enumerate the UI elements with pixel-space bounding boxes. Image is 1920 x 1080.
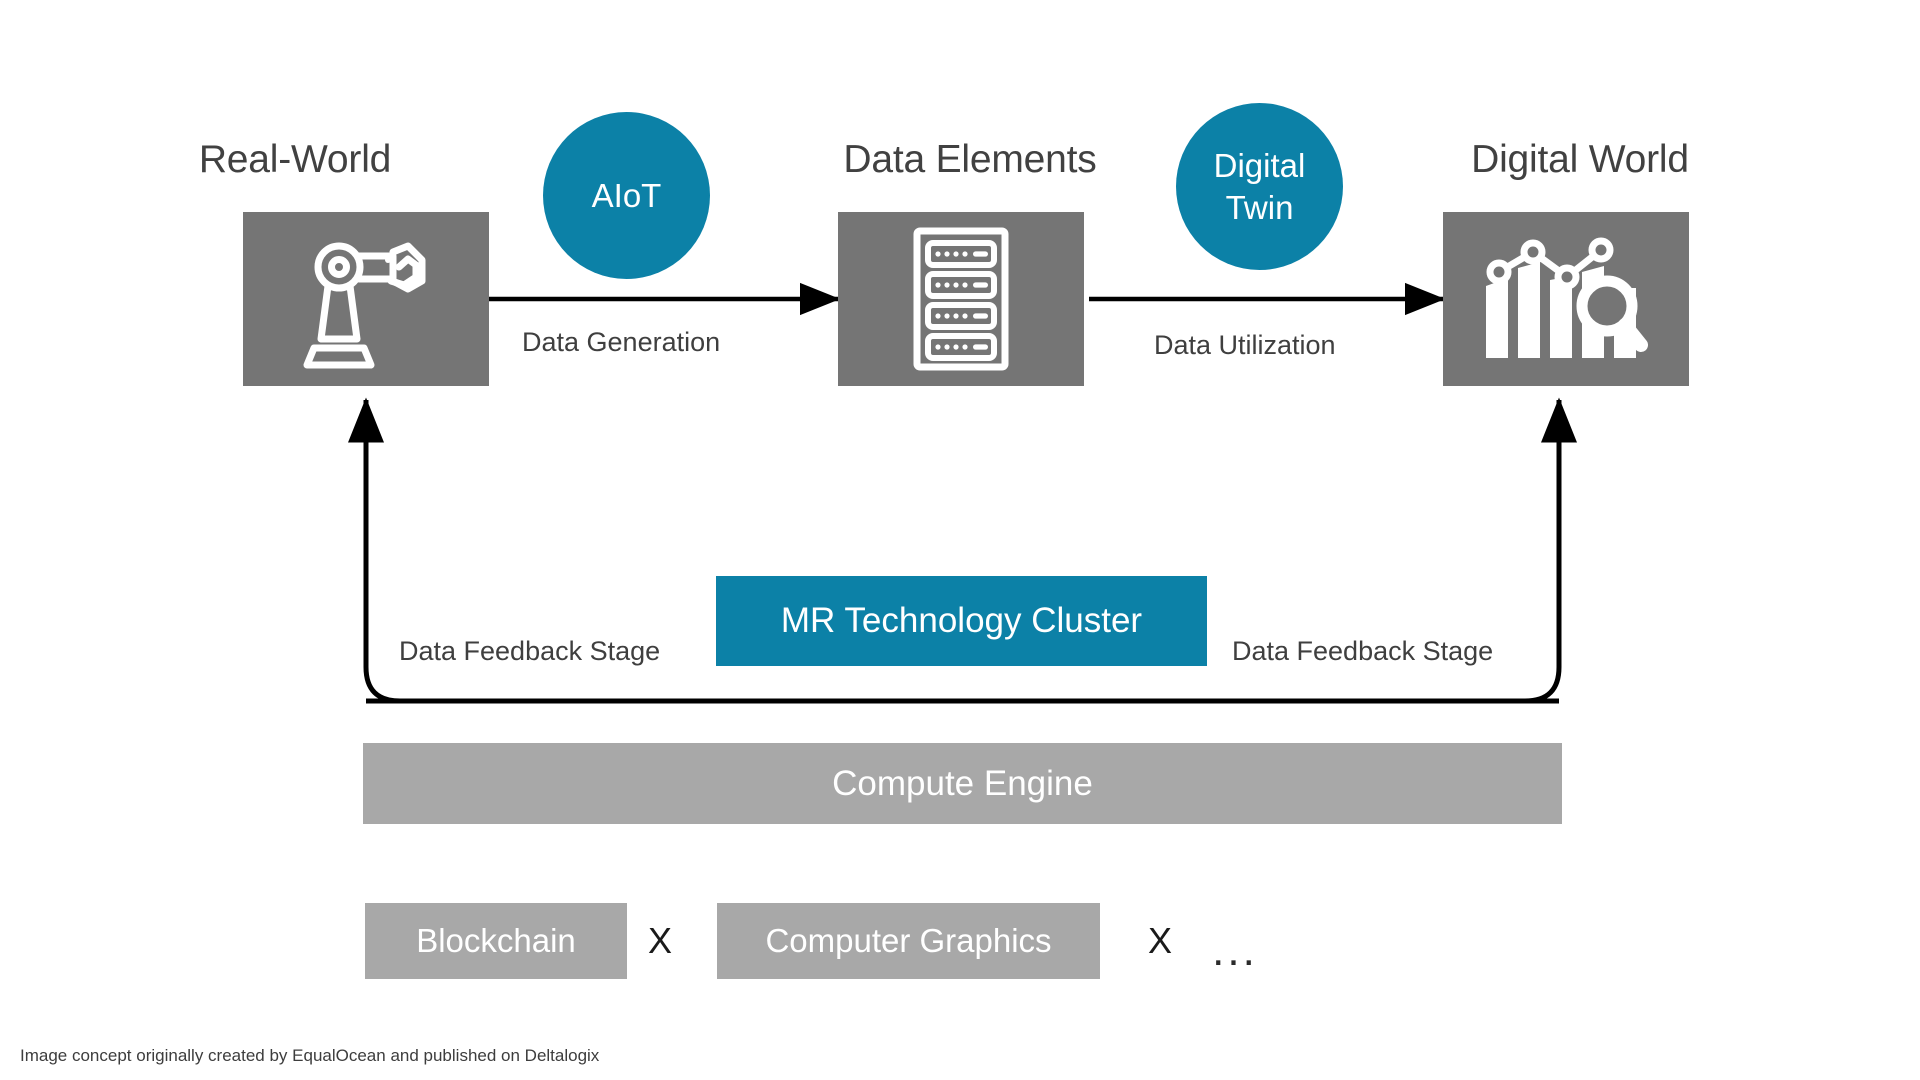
label-feedback-left: Data Feedback Stage [399,636,661,666]
bridge-label-digital-twin-line1: Digital [1213,147,1306,185]
bridge-label-aiot: AIoT [591,176,662,214]
panel-digital-world [1443,212,1689,386]
diagram-canvas: Real-World AIoT Data Generation Data Ele… [0,0,1920,1080]
tech-chip-blockchain-label: Blockchain [416,922,576,959]
stage-title-real-world: Real-World [198,138,392,181]
robot-arm-icon [303,242,426,369]
label-feedback-right: Data Feedback Stage [1232,636,1494,666]
flow-label-data-generation: Data Generation [522,327,721,357]
bridge-label-digital-twin-line2: Twin [1225,188,1294,226]
bridge-circle-aiot: AIoT [543,112,710,279]
analytics-chart-icon [1486,237,1648,358]
server-rack-icon [913,227,1009,371]
panel-real-world [243,212,489,386]
tech-chip-computer-graphics: Computer Graphics [717,903,1100,979]
tech-chip-computer-graphics-label: Computer Graphics [765,922,1052,959]
compute-engine-bar: Compute Engine [363,743,1562,824]
tech-separator-1: X [647,920,672,961]
mr-technology-cluster-label: MR Technology Cluster [780,601,1143,640]
mr-technology-cluster-box: MR Technology Cluster [716,576,1207,666]
tech-separator-2: X [1147,920,1172,961]
stage-title-data-elements: Data Elements [843,138,1097,181]
compute-engine-label: Compute Engine [832,763,1093,803]
footer-credit: Image concept originally created by Equa… [20,1046,600,1065]
tech-ellipsis: ... [1212,926,1258,975]
tech-chip-blockchain: Blockchain [365,903,627,979]
bridge-circle-digital-twin: Digital Twin [1176,103,1343,270]
stage-title-digital-world: Digital World [1471,138,1689,181]
flow-label-data-utilization: Data Utilization [1154,330,1336,360]
panel-data-elements [838,212,1084,386]
